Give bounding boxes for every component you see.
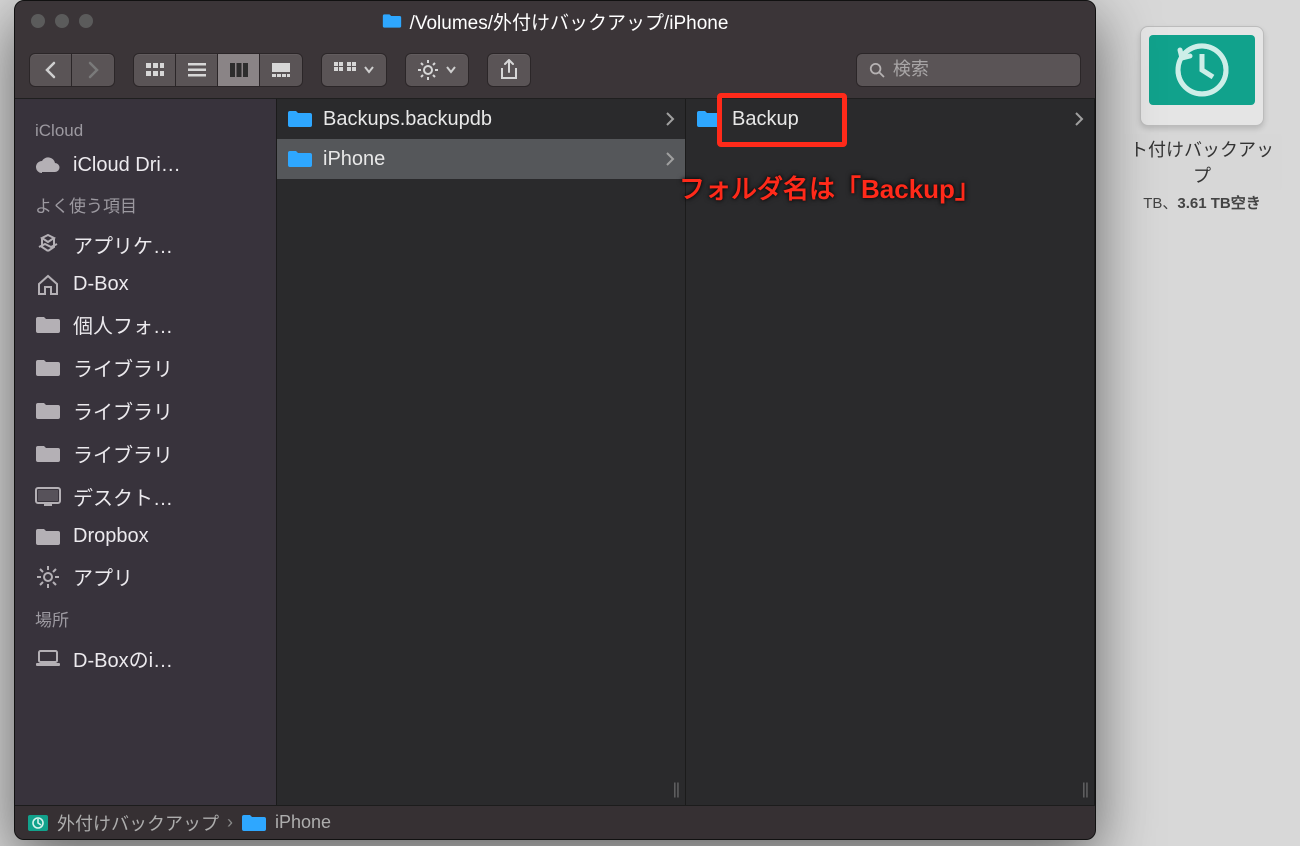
sidebar-item[interactable]: D-Boxのi… — [15, 637, 276, 680]
chevron-down-icon — [364, 66, 374, 74]
folder-icon — [35, 526, 61, 548]
folder-icon — [35, 443, 61, 465]
annotation-box — [717, 93, 847, 147]
sidebar-item[interactable]: 個人フォ… — [15, 303, 276, 346]
sidebar-item[interactable]: Dropbox — [15, 518, 276, 555]
time-machine-drive-icon — [1140, 26, 1264, 126]
close-button[interactable] — [31, 14, 45, 28]
sidebar-item[interactable]: ライブラリ — [15, 346, 276, 389]
share-icon — [500, 59, 518, 81]
sidebar-item-label: iCloud Dri… — [73, 154, 181, 177]
browser-column: Backups.backupdb iPhone || — [277, 99, 686, 805]
folder-icon — [287, 109, 313, 129]
toolbar — [15, 41, 1095, 99]
group-by-button[interactable] — [321, 53, 387, 87]
sidebar-section-header: よく使う項目 — [15, 184, 276, 223]
gear-icon — [418, 60, 438, 80]
view-column-button[interactable] — [218, 54, 260, 86]
apps-icon — [35, 234, 61, 256]
folder-icon — [287, 149, 313, 169]
window-title: /Volumes/外付けバックアップ/iPhone — [410, 8, 729, 35]
folder-icon — [35, 357, 61, 379]
gear-icon — [35, 566, 61, 588]
sidebar-item-label: アプリ — [73, 562, 133, 591]
search-input[interactable] — [893, 59, 1068, 80]
desktop-drive[interactable]: ト付けバックアップ TB、3.61 TB空き — [1122, 26, 1282, 213]
minimize-button[interactable] — [55, 14, 69, 28]
sidebar-item[interactable]: D-Box — [15, 266, 276, 303]
sidebar-item-label: 個人フォ… — [73, 310, 173, 339]
path-separator: › — [227, 812, 233, 833]
sidebar-item[interactable]: デスクト… — [15, 475, 276, 518]
chevron-left-icon — [44, 61, 58, 79]
tm-drive-icon — [27, 814, 49, 832]
share-button[interactable] — [487, 53, 531, 87]
chevron-right-icon — [86, 61, 100, 79]
list-item[interactable]: iPhone — [277, 139, 685, 179]
sidebar-item-label: デスクト… — [73, 482, 173, 511]
view-icon-button[interactable] — [134, 54, 176, 86]
action-menu-button[interactable] — [405, 53, 469, 87]
zoom-button[interactable] — [79, 14, 93, 28]
sidebar-item-label: ライブラリ — [73, 353, 173, 382]
finder-window: /Volumes/外付けバックアップ/iPhone — [14, 0, 1096, 840]
list-icon — [187, 62, 207, 78]
sidebar-item-label: D-Boxのi… — [73, 644, 173, 673]
sidebar-item[interactable]: iCloud Dri… — [15, 147, 276, 184]
chevron-down-icon — [446, 66, 456, 74]
annotation-text: フォルダ名は「Backup」 — [679, 169, 981, 206]
column-resize-handle[interactable]: || — [1082, 781, 1088, 799]
sidebar-item[interactable]: アプリ — [15, 555, 276, 598]
list-item-label: iPhone — [323, 148, 385, 171]
path-segment[interactable]: iPhone — [275, 812, 331, 833]
sidebar-item-label: Dropbox — [73, 525, 149, 548]
window-controls — [31, 14, 93, 28]
view-gallery-button[interactable] — [260, 54, 302, 86]
column-resize-handle[interactable]: || — [673, 781, 679, 799]
view-mode-selector — [133, 53, 303, 87]
sidebar: iCloud iCloud Dri… よく使う項目アプリケ… D-Box 個人フォ… ライ… — [15, 99, 277, 805]
path-bar: 外付けバックアップ › iPhone — [15, 805, 1095, 839]
chevron-right-icon — [665, 112, 675, 126]
home-icon — [35, 274, 61, 296]
search-icon — [869, 61, 885, 79]
grid-icon — [145, 62, 165, 78]
path-segment[interactable]: 外付けバックアップ — [57, 810, 219, 836]
sidebar-section-header: iCloud — [15, 113, 276, 147]
list-item[interactable]: Backups.backupdb — [277, 99, 685, 139]
sidebar-item-label: ライブラリ — [73, 396, 173, 425]
sidebar-item[interactable]: ライブラリ — [15, 389, 276, 432]
sidebar-item[interactable]: アプリケ… — [15, 223, 276, 266]
sidebar-item-label: D-Box — [73, 273, 129, 296]
desktop-icon — [35, 486, 61, 508]
chevron-right-icon — [665, 152, 675, 166]
folder-icon — [241, 813, 267, 833]
sidebar-item[interactable]: ライブラリ — [15, 432, 276, 475]
sidebar-item-label: ライブラリ — [73, 439, 173, 468]
laptop-icon — [35, 648, 61, 670]
folder-icon — [35, 400, 61, 422]
titlebar: /Volumes/外付けバックアップ/iPhone — [15, 1, 1095, 41]
sidebar-item-label: アプリケ… — [73, 230, 173, 259]
desktop-drive-info: TB、3.61 TB空き — [1122, 192, 1282, 213]
view-list-button[interactable] — [176, 54, 218, 86]
group-icon — [334, 62, 356, 78]
search-field[interactable] — [856, 53, 1081, 87]
folder-icon — [382, 13, 402, 29]
list-item-label: Backups.backupdb — [323, 108, 492, 131]
nav-buttons — [29, 53, 115, 87]
forward-button[interactable] — [72, 54, 114, 86]
gallery-icon — [271, 62, 291, 78]
back-button[interactable] — [30, 54, 72, 86]
cloud-icon — [35, 155, 61, 177]
columns-icon — [229, 62, 249, 78]
desktop-drive-name: ト付けバックアップ — [1122, 134, 1282, 190]
chevron-right-icon — [1074, 112, 1084, 126]
sidebar-section-header: 場所 — [15, 598, 276, 637]
clock-icon — [1172, 40, 1232, 100]
column-browser: Backups.backupdbiPhone||Backup|| フォルダ名は「… — [277, 99, 1095, 805]
folder-icon — [35, 314, 61, 336]
